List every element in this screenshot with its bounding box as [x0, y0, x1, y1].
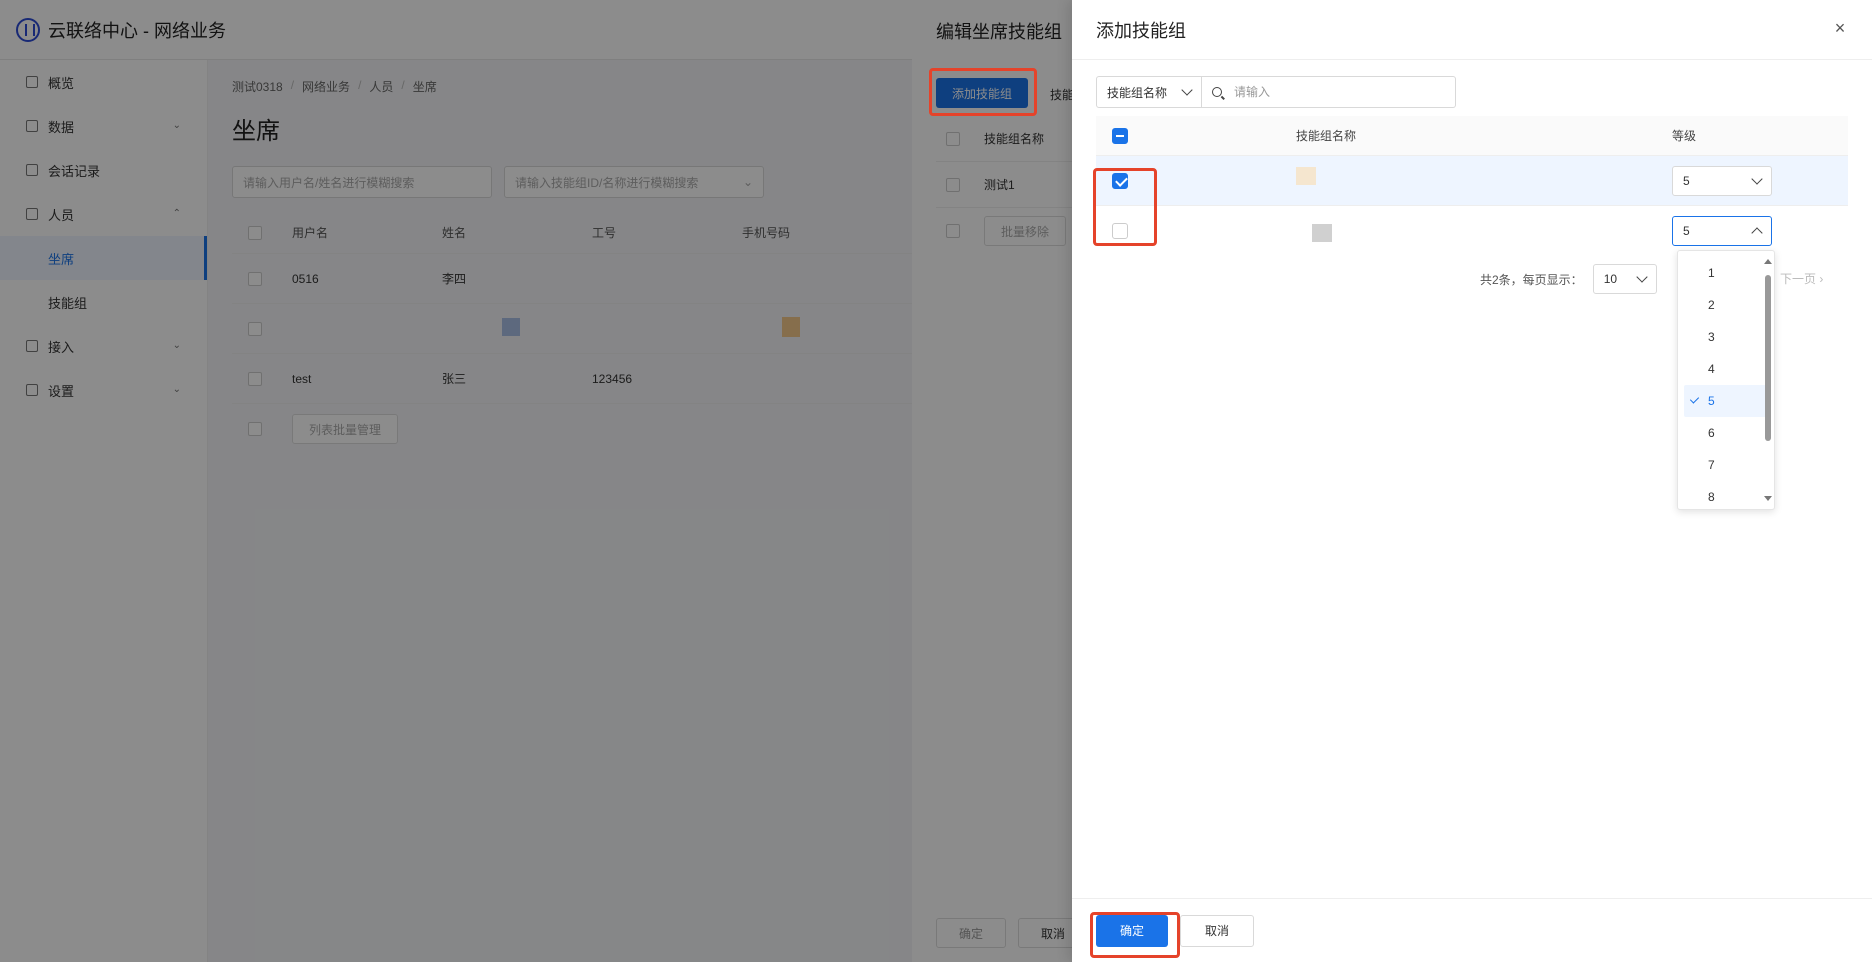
row-checkbox[interactable] [1112, 172, 1128, 189]
search-icon [1212, 87, 1222, 97]
column-header: 技能组名称 [1296, 129, 1357, 143]
level-option-selected[interactable]: 5 [1684, 385, 1768, 417]
scroll-down-icon[interactable] [1764, 496, 1772, 501]
batch-remove-button[interactable]: 批量移除 [984, 216, 1067, 246]
chevron-down-icon [1181, 84, 1193, 96]
chevron-down-icon [1751, 172, 1763, 185]
cell-skill-group-name [1296, 166, 1672, 188]
search-group: 技能组名称 [1096, 76, 1456, 108]
cell-skill-group-name [1296, 218, 1672, 245]
add-skill-group-button[interactable]: 添加技能组 [936, 78, 1029, 108]
level-option[interactable]: 1 [1678, 257, 1774, 289]
total-count: 共2条，每页显示： [1480, 272, 1583, 287]
row-checkbox[interactable] [1112, 223, 1128, 239]
pagination: 共2条，每页显示： 10 [1480, 264, 1657, 294]
column-header: 技能组名称 [984, 132, 1045, 146]
cell-skill-group-name: 测试1 [984, 178, 1015, 192]
check-icon [1689, 394, 1700, 404]
drawer-title: 添加技能组 [1096, 20, 1186, 41]
search-input-wrapper [1202, 76, 1456, 108]
close-icon[interactable]: × [1830, 18, 1850, 38]
select-all-checkbox[interactable] [1112, 127, 1128, 144]
table-header: 技能组名称 等级 [1096, 116, 1848, 156]
column-header: 等级 [1672, 129, 1697, 143]
level-option[interactable]: 7 [1678, 449, 1774, 481]
table-row: 5 [1096, 206, 1848, 256]
level-option[interactable]: 6 [1678, 417, 1774, 449]
confirm-button[interactable]: 确定 [936, 918, 1007, 948]
search-field-select[interactable]: 技能组名称 [1096, 76, 1202, 108]
select-all-checkbox[interactable] [946, 131, 960, 146]
chevron-down-icon [1636, 271, 1648, 283]
level-option[interactable]: 2 [1678, 289, 1774, 321]
drawer-footer: 确定 取消 [936, 918, 1089, 948]
page-size-select[interactable]: 10 [1592, 264, 1657, 294]
confirm-button[interactable]: 确定 [1096, 914, 1169, 947]
level-dropdown: 1 2 3 4 5 6 7 8 [1677, 250, 1775, 510]
chevron-up-icon [1751, 227, 1763, 239]
next-page-button[interactable]: 下一页 › [1780, 270, 1823, 287]
cancel-button[interactable]: 取消 [1180, 914, 1255, 947]
search-input[interactable] [1234, 85, 1434, 99]
table-row: 5 [1096, 156, 1848, 206]
drawer-footer: 确定 取消 [1072, 898, 1872, 962]
level-option[interactable]: 8 [1678, 481, 1774, 509]
redacted-block [1296, 166, 1316, 185]
tab-skill[interactable]: 技能 [1050, 86, 1074, 103]
row-checkbox[interactable] [946, 177, 960, 192]
redacted-block [1312, 223, 1332, 242]
level-select[interactable]: 5 [1672, 216, 1772, 246]
drawer-title: 编辑坐席技能组 [936, 22, 1062, 42]
drawer-header: 添加技能组 × [1072, 0, 1872, 60]
scrollbar-thumb[interactable] [1765, 275, 1771, 441]
skill-group-table: 技能组名称 等级 5 5 [1096, 116, 1848, 256]
footer-checkbox[interactable] [946, 224, 960, 238]
level-option[interactable]: 4 [1678, 353, 1774, 385]
level-select[interactable]: 5 [1672, 165, 1772, 196]
level-option[interactable]: 3 [1678, 321, 1774, 353]
